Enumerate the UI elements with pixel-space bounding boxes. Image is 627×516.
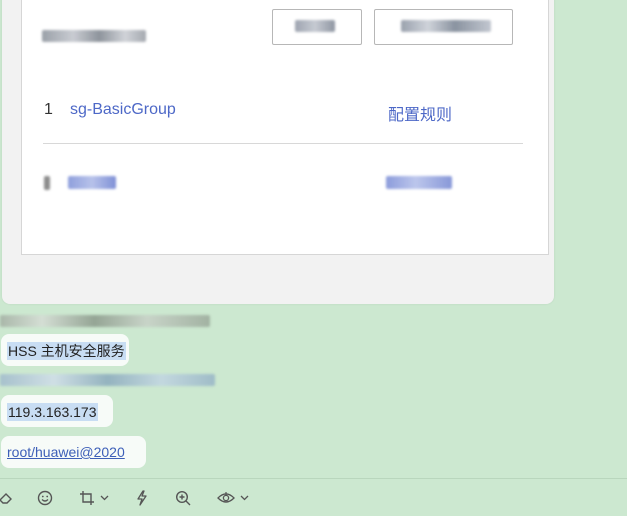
emoji-button[interactable]	[37, 488, 53, 508]
pixelated-header-label	[42, 30, 146, 42]
chevron-down-icon	[100, 495, 109, 501]
view-button[interactable]	[217, 488, 249, 508]
table-row-divider	[43, 143, 523, 144]
pixelated-sender-line	[0, 374, 215, 386]
pixelated-sender-line	[0, 315, 210, 327]
pixelated-button-2	[374, 9, 513, 45]
security-group-link[interactable]: sg-BasicGroup	[70, 101, 176, 119]
emoji-icon	[37, 490, 53, 506]
message-text: 119.3.163.173	[7, 403, 98, 421]
message-bubble[interactable]: HSS 主机安全服务	[1, 334, 129, 366]
lightning-button[interactable]	[135, 488, 149, 508]
message-link[interactable]: root/huawei@2020	[7, 444, 125, 460]
table-row-number: 1	[44, 101, 53, 118]
zoom-button[interactable]	[175, 488, 191, 508]
lightning-icon	[135, 490, 149, 506]
pixelated-row-action	[386, 176, 452, 189]
pixelated-row-name	[68, 176, 116, 189]
eye-icon	[217, 490, 235, 506]
message-toolbar	[0, 478, 627, 516]
message-bubble[interactable]: root/huawei@2020	[1, 436, 146, 468]
embedded-screenshot: 1 sg-BasicGroup 配置规则	[21, 0, 549, 255]
crop-icon	[79, 490, 95, 506]
message-text: HSS 主机安全服务	[7, 342, 126, 360]
pixelated-button-1	[272, 9, 362, 45]
pixelated-row-number	[44, 176, 50, 190]
configure-rules-link[interactable]: 配置规则	[388, 101, 452, 125]
eraser-icon	[0, 490, 14, 506]
zoom-in-icon	[175, 490, 191, 506]
chevron-down-icon	[240, 495, 249, 501]
image-message-card[interactable]: 1 sg-BasicGroup 配置规则	[2, 0, 554, 304]
chat-window: { "card": { "row_number": "1", "row_name…	[0, 0, 627, 516]
eraser-button[interactable]	[0, 488, 14, 508]
message-bubble[interactable]: 119.3.163.173	[1, 395, 113, 427]
crop-button[interactable]	[79, 488, 109, 508]
